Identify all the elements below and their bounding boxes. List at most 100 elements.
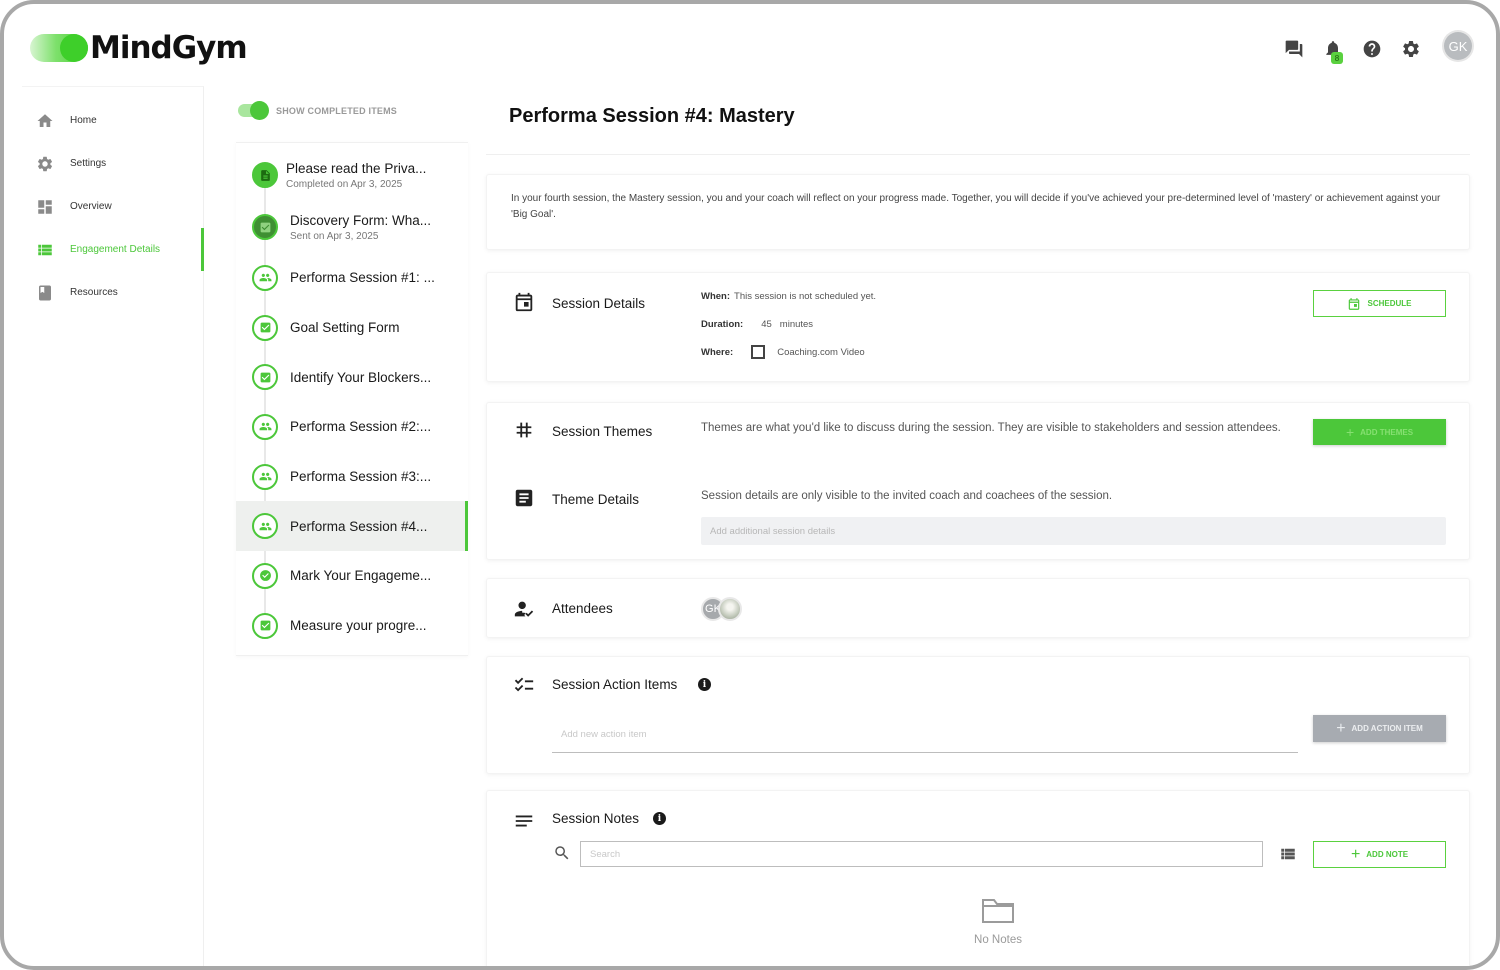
session-description: In your fourth session, the Mastery sess… — [486, 174, 1470, 250]
attendee-avatars: GK — [701, 597, 742, 621]
section-title: Session Action Items — [552, 677, 678, 692]
empty-state: No Notes — [953, 895, 1043, 946]
list-view-icon[interactable] — [1279, 845, 1297, 863]
step-item[interactable]: Measure your progre... — [236, 601, 468, 651]
list-icon — [38, 244, 52, 255]
gear-icon — [37, 156, 53, 171]
add-action-item-button-label: ADD ACTION ITEM — [1351, 724, 1423, 733]
sidebar-item-home[interactable]: Home — [22, 99, 203, 142]
step-title: Mark Your Engageme... — [290, 568, 432, 584]
step-title: Measure your progre... — [290, 618, 427, 634]
logo[interactable]: MindGym — [30, 30, 248, 66]
hashtag-icon — [513, 419, 535, 441]
add-note-button-label: ADD NOTE — [1366, 850, 1409, 859]
gear-icon[interactable] — [1401, 39, 1421, 59]
group-icon — [252, 413, 278, 440]
checkbox-icon — [252, 612, 278, 639]
add-themes-button[interactable]: + ADD THEMES — [1313, 419, 1446, 445]
when-row: When: This session is not scheduled yet. — [701, 291, 876, 302]
section-title: Session Details — [552, 296, 646, 311]
plus-icon: + — [1345, 424, 1355, 440]
attendees-card: Attendees GK — [486, 578, 1470, 638]
empty-state-text: No Notes — [974, 934, 1022, 946]
document-icon — [252, 162, 278, 188]
person-check-icon — [513, 598, 535, 620]
schedule-button-label: SCHEDULE — [1367, 299, 1412, 308]
logo-mark-icon — [30, 34, 88, 62]
top-header: MindGym 8 GK — [4, 4, 1496, 86]
dashboard-icon — [38, 199, 52, 214]
help-icon[interactable] — [1362, 39, 1382, 59]
add-themes-button-label: ADD THEMES — [1360, 427, 1414, 437]
step-subtitle: Sent on Apr 3, 2025 — [290, 230, 379, 242]
step-title: Discovery Form: Wha... — [290, 212, 432, 228]
section-title: Attendees — [552, 601, 613, 616]
show-completed-toggle-row[interactable]: SHOW COMPLETED ITEMS — [238, 101, 397, 120]
checkbox-icon — [252, 364, 278, 391]
sidebar-item-label: Home — [70, 115, 97, 126]
app-window: MindGym 8 GK Home Settings Overview Enga… — [0, 0, 1500, 970]
action-items-card: Session Action Items i Add new action it… — [486, 656, 1470, 774]
duration-value: 45 — [761, 319, 772, 330]
logo-text: MindGym — [90, 30, 248, 66]
notes-icon — [513, 810, 535, 832]
sidebar-item-label: Settings — [70, 158, 107, 169]
user-avatar[interactable]: GK — [1444, 32, 1472, 60]
checkbox-icon — [252, 314, 278, 341]
attendee-avatar-photo[interactable] — [718, 597, 742, 621]
calendar-icon — [1349, 297, 1360, 310]
group-icon — [252, 513, 278, 540]
show-completed-toggle[interactable] — [238, 101, 269, 120]
bell-icon[interactable]: 8 — [1323, 39, 1343, 64]
step-item[interactable]: Identify Your Blockers... — [236, 352, 468, 402]
toggle-label: SHOW COMPLETED ITEMS — [276, 105, 397, 116]
notification-badge: 8 — [1331, 52, 1343, 64]
steps-list: Please read the Priva... Completed on Ap… — [236, 142, 468, 656]
folder-icon — [982, 899, 1014, 923]
sidebar-item-engagement-details[interactable]: Engagement Details — [22, 228, 204, 271]
sidebar-nav: Home Settings Overview Engagement Detail… — [22, 86, 204, 966]
sidebar-item-overview[interactable]: Overview — [22, 185, 203, 228]
when-value: This session is not scheduled yet. — [734, 291, 877, 302]
sidebar-item-label: Overview — [70, 201, 112, 212]
schedule-button[interactable]: SCHEDULE — [1313, 290, 1446, 317]
step-item[interactable]: Performa Session #2:... — [236, 402, 468, 452]
when-label: When: — [701, 291, 731, 302]
session-themes-card: Session Themes Themes are what you'd lik… — [486, 402, 1470, 560]
duration-unit: minutes — [779, 319, 814, 330]
info-icon[interactable]: i — [653, 812, 666, 825]
action-item-input[interactable]: Add new action item — [552, 715, 1298, 753]
chat-icon[interactable] — [1284, 39, 1304, 59]
notes-search-input[interactable]: Search — [580, 841, 1263, 867]
theme-details-description: Session details are only visible to the … — [701, 490, 1113, 502]
session-notes-card: Session Notes i Search + ADD NOTE No Not… — [486, 790, 1470, 966]
header-actions: 8 GK — [1284, 32, 1472, 64]
step-item[interactable]: Performa Session #1: ... — [236, 253, 468, 303]
add-note-button[interactable]: + ADD NOTE — [1313, 841, 1446, 868]
step-item[interactable]: Performa Session #3:... — [236, 452, 468, 502]
step-subtitle: Completed on Apr 3, 2025 — [286, 178, 403, 190]
search-icon — [553, 844, 571, 862]
checkbox-icon — [252, 214, 278, 240]
step-item[interactable]: Discovery Form: Wha... Sent on Apr 3, 20… — [236, 201, 468, 253]
info-icon[interactable]: i — [698, 678, 711, 691]
step-item[interactable]: Please read the Priva... Completed on Ap… — [236, 149, 468, 201]
badge-icon — [252, 562, 278, 589]
step-item[interactable]: Mark Your Engageme... — [236, 551, 468, 601]
calendar-icon — [513, 291, 535, 313]
video-icon — [751, 345, 766, 359]
plus-icon: + — [1350, 845, 1361, 863]
step-item[interactable]: Goal Setting Form — [236, 303, 468, 353]
step-item-active[interactable]: Performa Session #4... — [236, 501, 468, 552]
checklist-icon — [513, 674, 535, 696]
duration-row: Duration: 45 minutes — [701, 319, 813, 330]
step-title: Performa Session #1: ... — [290, 270, 435, 286]
home-icon — [37, 113, 53, 127]
sidebar-item-settings[interactable]: Settings — [22, 142, 203, 185]
section-title: Session Notes — [552, 811, 640, 826]
add-action-item-button[interactable]: + ADD ACTION ITEM — [1313, 715, 1446, 742]
step-title: Goal Setting Form — [290, 320, 400, 336]
group-icon — [252, 463, 278, 490]
session-details-input[interactable]: Add additional session details — [701, 517, 1446, 545]
sidebar-item-resources[interactable]: Resources — [22, 271, 203, 314]
